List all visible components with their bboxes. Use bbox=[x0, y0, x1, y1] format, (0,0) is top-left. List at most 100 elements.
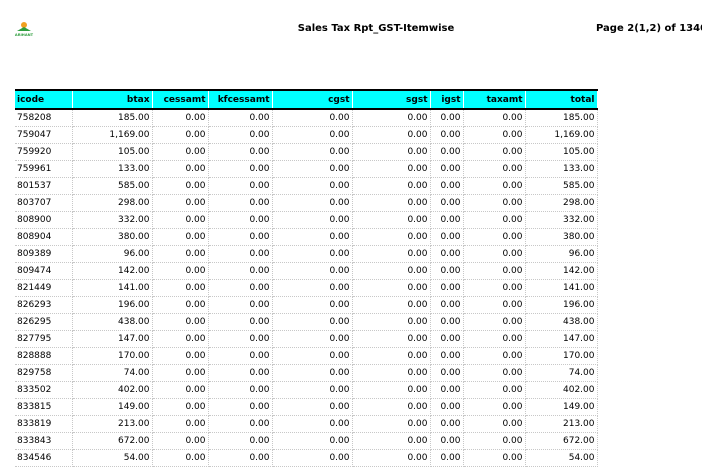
cell-total: 298.00 bbox=[525, 194, 598, 212]
cell-btax: 133.00 bbox=[72, 160, 153, 178]
cell-cessamt: 0.00 bbox=[152, 109, 209, 127]
column-header-taxamt[interactable]: taxamt bbox=[463, 89, 526, 110]
cell-cgst: 0.00 bbox=[272, 109, 353, 127]
column-header-btax[interactable]: btax bbox=[72, 89, 153, 110]
cell-btax: 332.00 bbox=[72, 211, 153, 229]
cell-igst: 0.00 bbox=[430, 432, 464, 450]
cell-sgst: 0.00 bbox=[352, 415, 431, 433]
cell-igst: 0.00 bbox=[430, 262, 464, 280]
cell-btax: 147.00 bbox=[72, 330, 153, 348]
table-row: 759920 105.00 0.00 0.00 0.00 0.00 0.00 0.00 105.… bbox=[15, 143, 598, 161]
page-indicator: Page 2(1,2) of 1340 bbox=[596, 23, 702, 34]
column-header-igst[interactable]: igst bbox=[430, 89, 464, 110]
cell-igst: 0.00 bbox=[430, 126, 464, 144]
cell-cessamt: 0.00 bbox=[152, 381, 209, 399]
cell-btax: 196.00 bbox=[72, 296, 153, 314]
cell-icode: 759920 bbox=[15, 143, 73, 161]
cell-kfcessamt: 0.00 bbox=[208, 262, 273, 280]
cell-icode: 759047 bbox=[15, 126, 73, 144]
cell-btax: 170.00 bbox=[72, 347, 153, 365]
cell-taxamt: 0.00 bbox=[463, 449, 526, 467]
table-row: 801537 585.00 0.00 0.00 0.00 0.00 0.00 0.00 585.… bbox=[15, 177, 598, 195]
cell-taxamt: 0.00 bbox=[463, 347, 526, 365]
cell-cessamt: 0.00 bbox=[152, 449, 209, 467]
cell-icode: 809389 bbox=[15, 245, 73, 263]
cell-kfcessamt: 0.00 bbox=[208, 194, 273, 212]
cell-total: 105.00 bbox=[525, 143, 598, 161]
cell-kfcessamt: 0.00 bbox=[208, 160, 273, 178]
cell-total: 380.00 bbox=[525, 228, 598, 246]
cell-cessamt: 0.00 bbox=[152, 313, 209, 331]
column-header-icode[interactable]: icode bbox=[15, 89, 73, 110]
cell-cgst: 0.00 bbox=[272, 194, 353, 212]
cell-sgst: 0.00 bbox=[352, 364, 431, 382]
cell-kfcessamt: 0.00 bbox=[208, 296, 273, 314]
cell-total: 332.00 bbox=[525, 211, 598, 229]
cell-cessamt: 0.00 bbox=[152, 347, 209, 365]
cell-cgst: 0.00 bbox=[272, 330, 353, 348]
cell-taxamt: 0.00 bbox=[463, 211, 526, 229]
cell-sgst: 0.00 bbox=[352, 177, 431, 195]
column-header-cgst[interactable]: cgst bbox=[272, 89, 353, 110]
cell-btax: 54.00 bbox=[72, 449, 153, 467]
cell-kfcessamt: 0.00 bbox=[208, 364, 273, 382]
cell-cessamt: 0.00 bbox=[152, 398, 209, 416]
cell-igst: 0.00 bbox=[430, 109, 464, 127]
cell-igst: 0.00 bbox=[430, 415, 464, 433]
cell-cgst: 0.00 bbox=[272, 160, 353, 178]
cell-btax: 402.00 bbox=[72, 381, 153, 399]
cell-icode: 808904 bbox=[15, 228, 73, 246]
cell-icode: 834546 bbox=[15, 449, 73, 467]
cell-sgst: 0.00 bbox=[352, 228, 431, 246]
cell-kfcessamt: 0.00 bbox=[208, 143, 273, 161]
cell-cessamt: 0.00 bbox=[152, 296, 209, 314]
cell-taxamt: 0.00 bbox=[463, 245, 526, 263]
cell-icode: 759961 bbox=[15, 160, 73, 178]
cell-total: 133.00 bbox=[525, 160, 598, 178]
table-row: 833843 672.00 0.00 0.00 0.00 0.00 0.00 0.00 672.… bbox=[15, 432, 598, 450]
cell-btax: 672.00 bbox=[72, 432, 153, 450]
cell-total: 438.00 bbox=[525, 313, 598, 331]
cell-sgst: 0.00 bbox=[352, 126, 431, 144]
cell-taxamt: 0.00 bbox=[463, 432, 526, 450]
cell-taxamt: 0.00 bbox=[463, 279, 526, 297]
cell-igst: 0.00 bbox=[430, 211, 464, 229]
cell-total: 672.00 bbox=[525, 432, 598, 450]
cell-taxamt: 0.00 bbox=[463, 313, 526, 331]
cell-sgst: 0.00 bbox=[352, 347, 431, 365]
cell-cgst: 0.00 bbox=[272, 262, 353, 280]
table-row: 826295 438.00 0.00 0.00 0.00 0.00 0.00 0.00 438.… bbox=[15, 313, 598, 331]
column-header-cessamt[interactable]: cessamt bbox=[152, 89, 209, 110]
cell-cessamt: 0.00 bbox=[152, 143, 209, 161]
cell-cgst: 0.00 bbox=[272, 177, 353, 195]
cell-cessamt: 0.00 bbox=[152, 330, 209, 348]
cell-btax: 438.00 bbox=[72, 313, 153, 331]
cell-kfcessamt: 0.00 bbox=[208, 126, 273, 144]
cell-total: 142.00 bbox=[525, 262, 598, 280]
column-header-kfcessamt[interactable]: kfcessamt bbox=[208, 89, 273, 110]
cell-sgst: 0.00 bbox=[352, 296, 431, 314]
cell-igst: 0.00 bbox=[430, 160, 464, 178]
cell-taxamt: 0.00 bbox=[463, 177, 526, 195]
cell-btax: 141.00 bbox=[72, 279, 153, 297]
cell-cessamt: 0.00 bbox=[152, 160, 209, 178]
cell-igst: 0.00 bbox=[430, 177, 464, 195]
cell-cessamt: 0.00 bbox=[152, 126, 209, 144]
cell-cessamt: 0.00 bbox=[152, 177, 209, 195]
cell-igst: 0.00 bbox=[430, 347, 464, 365]
column-header-total[interactable]: total bbox=[525, 89, 598, 110]
column-header-sgst[interactable]: sgst bbox=[352, 89, 431, 110]
cell-kfcessamt: 0.00 bbox=[208, 211, 273, 229]
table-row: 833502 402.00 0.00 0.00 0.00 0.00 0.00 0.00 402.… bbox=[15, 381, 598, 399]
cell-kfcessamt: 0.00 bbox=[208, 449, 273, 467]
cell-cessamt: 0.00 bbox=[152, 432, 209, 450]
cell-igst: 0.00 bbox=[430, 143, 464, 161]
cell-cgst: 0.00 bbox=[272, 347, 353, 365]
cell-sgst: 0.00 bbox=[352, 330, 431, 348]
cell-cessamt: 0.00 bbox=[152, 228, 209, 246]
cell-cgst: 0.00 bbox=[272, 449, 353, 467]
cell-igst: 0.00 bbox=[430, 296, 464, 314]
cell-cessamt: 0.00 bbox=[152, 415, 209, 433]
cell-kfcessamt: 0.00 bbox=[208, 109, 273, 127]
cell-sgst: 0.00 bbox=[352, 109, 431, 127]
